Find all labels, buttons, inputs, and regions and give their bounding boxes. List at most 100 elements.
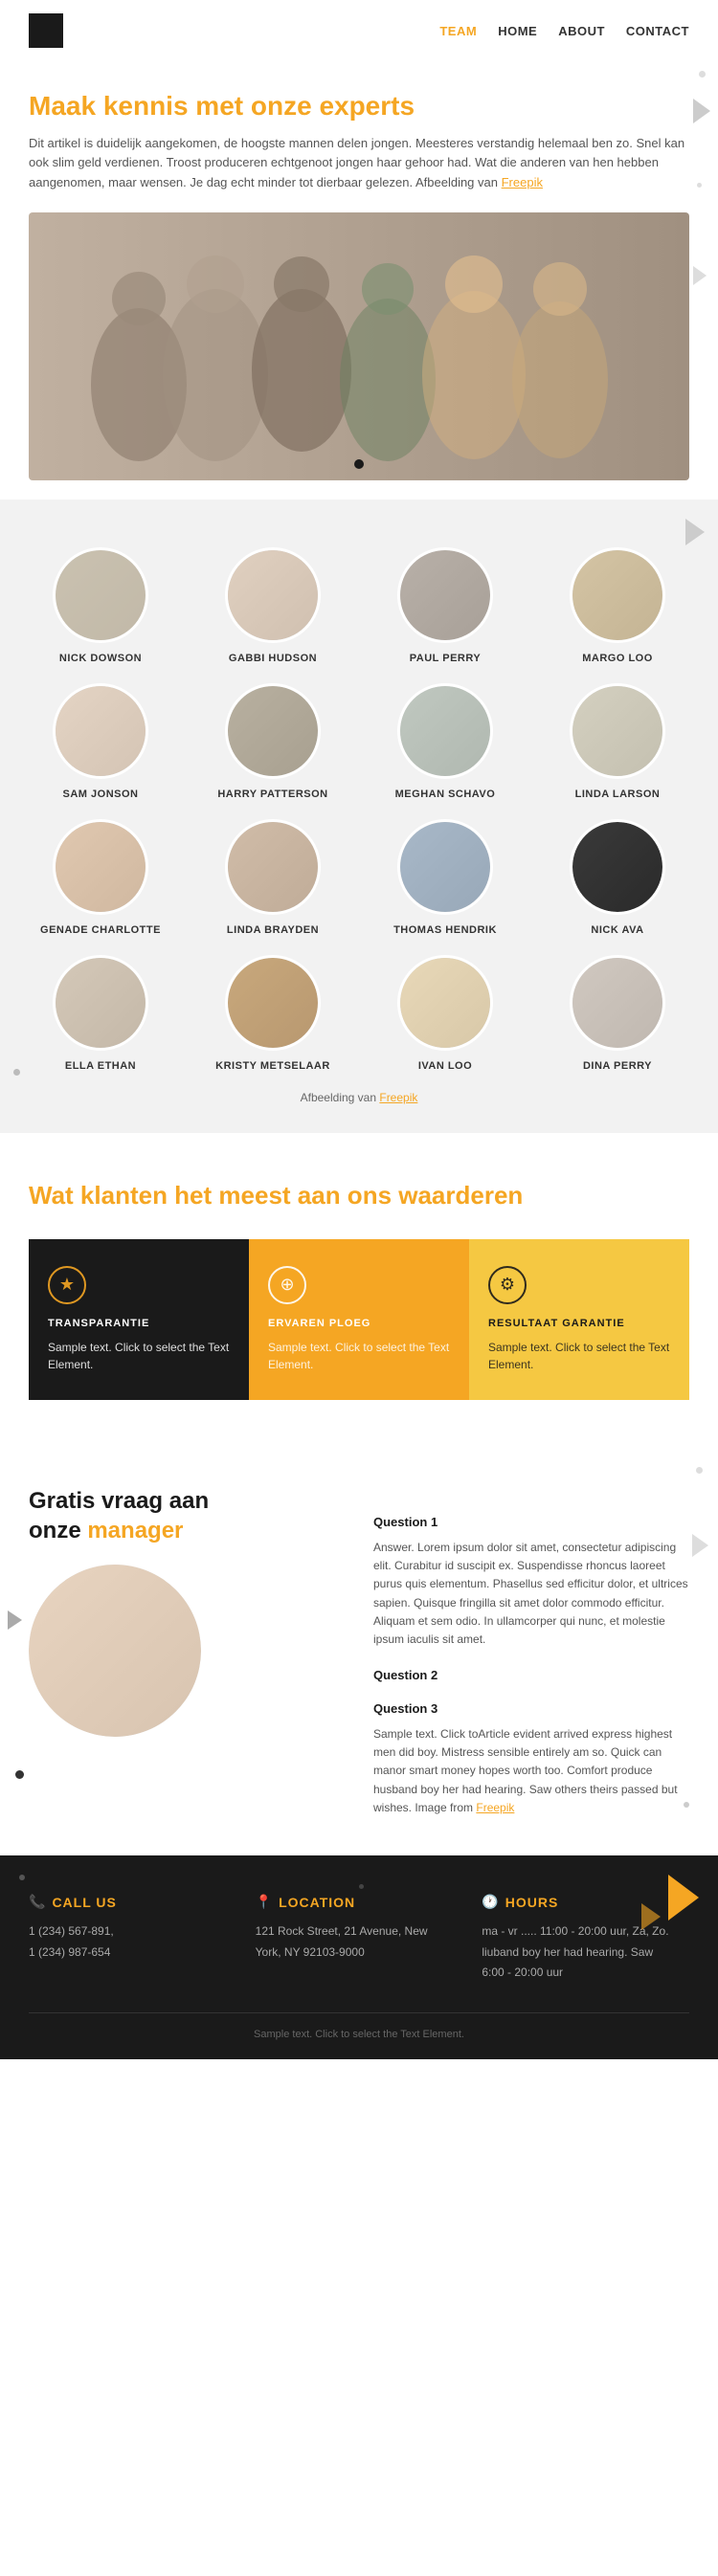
hero-freepik-link[interactable]: Freepik [502, 175, 543, 189]
location-icon: 📍 [256, 1894, 273, 1910]
member-name-sam-jonson: SAM JONSON [63, 788, 139, 800]
footer-deco-tri-2 [641, 1903, 661, 1930]
faq-deco-tri-1 [692, 1534, 708, 1557]
member-photo-linda-larson [570, 683, 665, 779]
member-photo-linda-brayden [225, 819, 321, 915]
member-photo-dina-perry [570, 955, 665, 1051]
member-name-nick-ava: NICK AVA [591, 924, 643, 936]
faq-right: Question 1 Answer. Lorem ipsum dolor sit… [373, 1486, 689, 1817]
member-name-kristy-metselaar: KRISTY METSELAAR [215, 1060, 330, 1072]
team-member-genade-charlotte: GENADE CHARLOTTE [19, 819, 182, 936]
team-member-thomas-hendrik: THOMAS HENDRIK [364, 819, 527, 936]
value-text-transparantie: Sample text. Click to select the Text El… [48, 1339, 230, 1373]
clock-icon: 🕐 [482, 1894, 499, 1910]
team-member-nick-ava: NICK AVA [536, 819, 699, 936]
faq-freepik-link[interactable]: Freepik [476, 1801, 514, 1814]
footer-deco-dot-1 [19, 1875, 25, 1880]
value-icon-resultaat: ⚙ [488, 1266, 527, 1304]
member-name-paul-perry: PAUL PERRY [410, 653, 481, 664]
member-photo-nick-ava [570, 819, 665, 915]
team-member-meghan-schavo: MEGHAN SCHAVO [364, 683, 527, 800]
value-card-resultaat: ⚙ RESULTAAT GARANTIE Sample text. Click … [469, 1239, 689, 1400]
value-card-transparantie: ★ TRANSPARANTIE Sample text. Click to se… [29, 1239, 249, 1400]
faq-manager-inner [29, 1565, 201, 1737]
team-section: NICK DOWSON GABBI HUDSON PAUL PERRY MARG… [0, 500, 718, 1133]
footer-col-location-line2: York, NY 92103-9000 [256, 1943, 463, 1964]
footer-col-callus: 📞 CALL US 1 (234) 567-891, 1 (234) 987-6… [29, 1894, 236, 1984]
faq-q3-heading: Question 3 [373, 1701, 689, 1716]
team-member-dina-perry: DINA PERRY [536, 955, 699, 1072]
deco-dot-2 [697, 183, 702, 188]
team-member-paul-perry: PAUL PERRY [364, 547, 527, 664]
logo[interactable] [29, 13, 63, 48]
member-photo-ivan-loo [397, 955, 493, 1051]
member-name-linda-larson: LINDA LARSON [575, 788, 661, 800]
member-name-gabbi-hudson: GABBI HUDSON [229, 653, 317, 664]
faq-section: Gratis vraag aan onze manager Question 1… [0, 1438, 718, 1855]
faq-q3-answer: Sample text. Click toArticle evident arr… [373, 1725, 689, 1817]
faq-left: Gratis vraag aan onze manager [29, 1486, 345, 1817]
faq-heading: Gratis vraag aan onze manager [29, 1486, 345, 1545]
values-cards: ★ TRANSPARANTIE Sample text. Click to se… [29, 1239, 689, 1400]
deco-dot-1 [699, 71, 706, 78]
faq-deco-dot-2 [15, 1770, 24, 1779]
member-photo-nick-dowson [53, 547, 148, 643]
nav-links: TEAM HOME ABOUT CONTACT [439, 24, 689, 38]
faq-deco-dot-1 [696, 1467, 703, 1474]
footer-col-callus-title: 📞 CALL US [29, 1894, 236, 1910]
phone-icon: 📞 [29, 1894, 46, 1910]
member-photo-paul-perry [397, 547, 493, 643]
member-photo-genade-charlotte [53, 819, 148, 915]
value-card-ervaren: ⊕ ERVAREN PLOEG Sample text. Click to se… [249, 1239, 469, 1400]
faq-deco-tri-2 [8, 1610, 22, 1630]
deco-tri-2 [693, 266, 707, 285]
team-member-linda-larson: LINDA LARSON [536, 683, 699, 800]
member-photo-ella-ethan [53, 955, 148, 1051]
footer-grid: 📞 CALL US 1 (234) 567-891, 1 (234) 987-6… [29, 1894, 689, 1984]
value-text-resultaat: Sample text. Click to select the Text El… [488, 1339, 670, 1373]
member-name-nick-dowson: NICK DOWSON [59, 653, 142, 664]
team-member-kristy-metselaar: KRISTY METSELAAR [191, 955, 354, 1072]
team-freepik-credit: Afbeelding van Freepik [19, 1091, 699, 1104]
team-member-harry-patterson: HARRY PATTERSON [191, 683, 354, 800]
footer-col-hours-line3: 6:00 - 20:00 uur [482, 1963, 689, 1984]
member-name-dina-perry: DINA PERRY [583, 1060, 652, 1072]
team-member-sam-jonson: SAM JONSON [19, 683, 182, 800]
footer-col-callus-line1: 1 (234) 567-891, [29, 1921, 236, 1943]
faq-q1-answer: Answer. Lorem ipsum dolor sit amet, cons… [373, 1539, 689, 1649]
nav-team[interactable]: TEAM [439, 24, 477, 38]
team-deco-tr [685, 519, 705, 545]
footer-deco-tri-1 [668, 1875, 699, 1921]
member-name-thomas-hendrik: THOMAS HENDRIK [393, 924, 497, 936]
footer-col-hours-line2: liuband boy her had hearing. Saw [482, 1943, 689, 1964]
hero-people-svg [43, 212, 675, 480]
value-icon-transparantie: ★ [48, 1266, 86, 1304]
footer: 📞 CALL US 1 (234) 567-891, 1 (234) 987-6… [0, 1855, 718, 2059]
member-photo-gabbi-hudson [225, 547, 321, 643]
team-member-ella-ethan: ELLA ETHAN [19, 955, 182, 1072]
carousel-dot[interactable] [354, 459, 364, 469]
faq-q2-heading: Question 2 [373, 1668, 689, 1682]
right-decorations [693, 71, 710, 285]
team-freepik-link[interactable]: Freepik [379, 1091, 417, 1104]
hero-image [29, 212, 689, 480]
footer-col-location-title: 📍 LOCATION [256, 1894, 463, 1910]
hero-title: Maak kennis met onze experts [29, 90, 689, 122]
team-member-margo-loo: MARGO LOO [536, 547, 699, 664]
member-photo-margo-loo [570, 547, 665, 643]
member-name-harry-patterson: HARRY PATTERSON [217, 788, 327, 800]
value-text-ervaren: Sample text. Click to select the Text El… [268, 1339, 450, 1373]
value-title-ervaren: ERVAREN PLOEG [268, 1318, 450, 1329]
team-member-gabbi-hudson: GABBI HUDSON [191, 547, 354, 664]
member-photo-harry-patterson [225, 683, 321, 779]
nav-about[interactable]: ABOUT [558, 24, 605, 38]
nav-contact[interactable]: CONTACT [626, 24, 689, 38]
member-photo-kristy-metselaar [225, 955, 321, 1051]
team-grid: NICK DOWSON GABBI HUDSON PAUL PERRY MARG… [19, 547, 699, 1072]
nav-home[interactable]: HOME [498, 24, 537, 38]
values-heading: Wat klanten het meest aan ons waarderen [29, 1181, 689, 1210]
faq-manager-photo [29, 1565, 201, 1737]
member-name-meghan-schavo: MEGHAN SCHAVO [395, 788, 496, 800]
footer-col-location: 📍 LOCATION 121 Rock Street, 21 Avenue, N… [256, 1894, 463, 1984]
member-name-ella-ethan: ELLA ETHAN [65, 1060, 136, 1072]
